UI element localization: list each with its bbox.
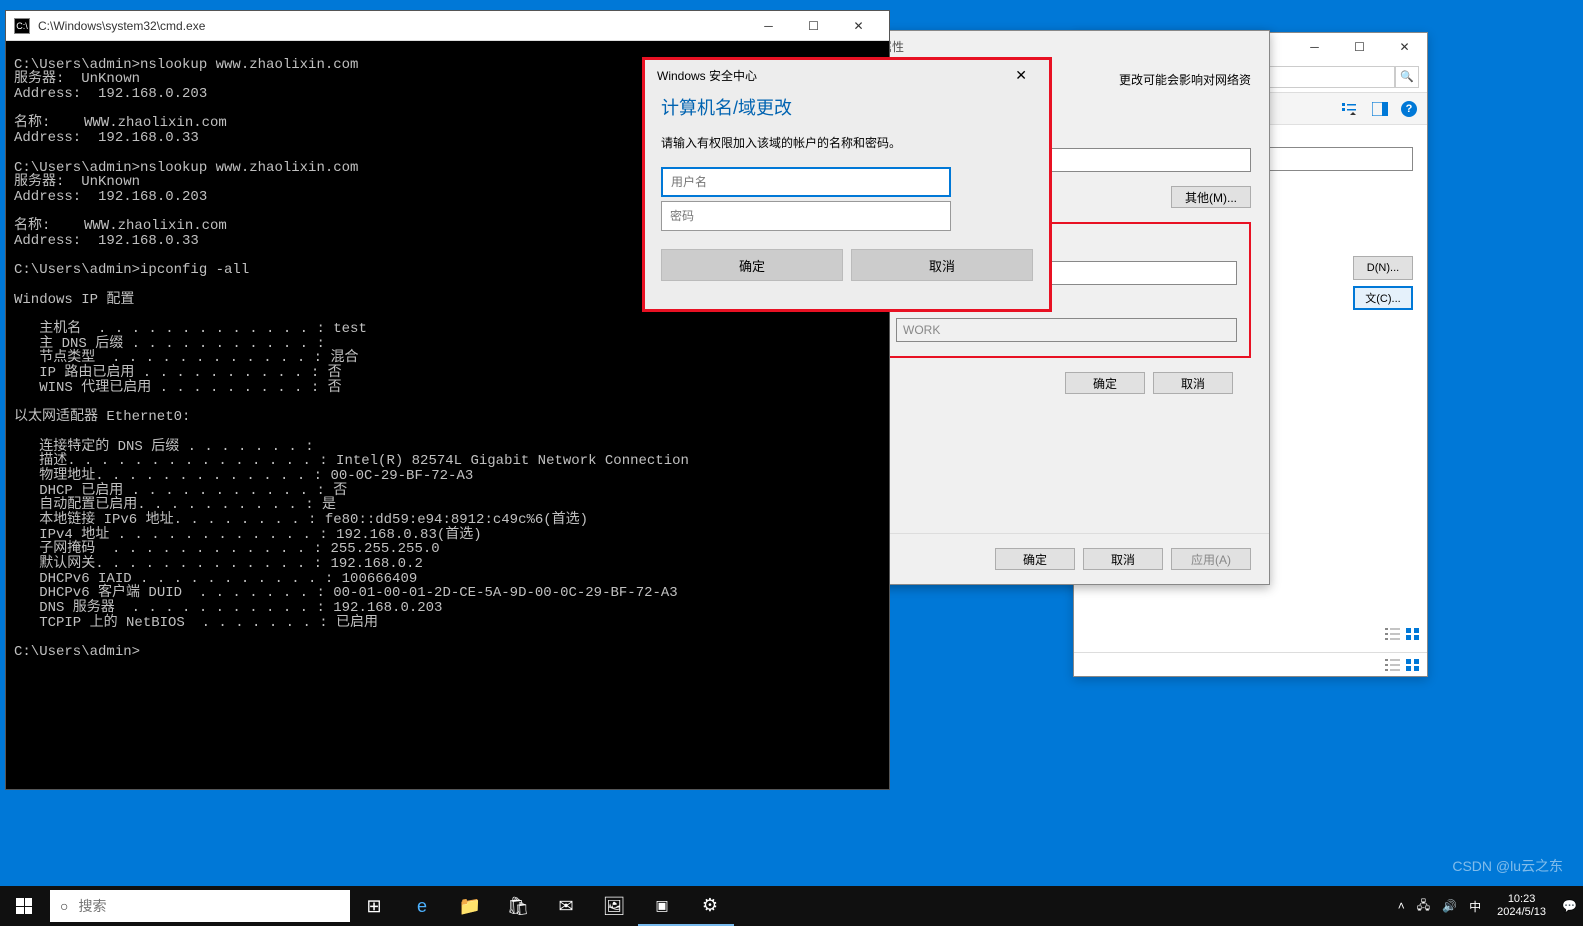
minimize-button[interactable]: ─ [746, 12, 791, 40]
security-instruction: 请输入有权限加入该域的帐户的名称和密码。 [645, 130, 1049, 163]
ok-button[interactable]: 确定 [1065, 372, 1145, 394]
view-options-icon[interactable] [1341, 100, 1359, 118]
ok-button-outer[interactable]: 确定 [995, 548, 1075, 570]
workgroup-input [896, 318, 1237, 342]
btn-dn[interactable]: D(N)... [1353, 256, 1413, 280]
mail-icon[interactable]: ✉ [542, 886, 590, 926]
icons-view-icon[interactable] [1405, 627, 1421, 641]
start-button[interactable] [0, 886, 48, 926]
details-view-icon[interactable] [1385, 658, 1401, 672]
notifications-icon[interactable]: 💬 [1556, 886, 1583, 926]
icons-view-icon[interactable] [1405, 658, 1421, 672]
windows-logo-icon [16, 898, 32, 914]
password-input[interactable] [661, 201, 951, 231]
file-explorer-icon[interactable]: 📁 [446, 886, 494, 926]
close-button[interactable]: ✕ [836, 12, 881, 40]
task-view-icon[interactable]: ⊞ [350, 886, 398, 926]
maximize-button[interactable]: ☐ [1337, 33, 1382, 61]
watermark: CSDN @lu云之东 [1452, 856, 1563, 876]
tray-expand-icon[interactable]: ˄ [1392, 886, 1411, 926]
system-tray: ˄ 🖧 🔊 中 10:23 2024/5/13 💬 [1392, 886, 1583, 926]
store-icon[interactable]: 🛍 [494, 886, 542, 926]
cancel-button[interactable]: 取消 [1153, 372, 1233, 394]
cancel-button-outer[interactable]: 取消 [1083, 548, 1163, 570]
cmd-titlebar[interactable]: C:\ C:\Windows\system32\cmd.exe ─ ☐ ✕ [6, 11, 889, 41]
cmd-task-icon[interactable]: ▣ [638, 886, 686, 926]
other-button[interactable]: 其他(M)... [1171, 186, 1251, 208]
btn-c[interactable]: 文(C)... [1353, 286, 1413, 310]
close-icon[interactable]: ✕ [1005, 63, 1037, 88]
taskbar: ○ ⊞ e 📁 🛍 ✉ 🖼 ▣ ⚙ ˄ 🖧 🔊 中 10:23 2024/5/1… [0, 886, 1583, 926]
cmd-title: C:\Windows\system32\cmd.exe [38, 19, 746, 33]
edge-icon[interactable]: e [398, 886, 446, 926]
security-dialog: Windows 安全中心 ✕ 计算机名/域更改 请输入有权限加入该域的帐户的名称… [642, 57, 1052, 312]
search-input[interactable] [78, 898, 340, 914]
search-icon: ○ [60, 898, 68, 914]
cmd-icon: C:\ [14, 18, 30, 34]
taskbar-search[interactable]: ○ [50, 890, 350, 922]
username-input[interactable] [661, 167, 951, 197]
details-view-icon[interactable] [1385, 627, 1401, 641]
close-button[interactable]: ✕ [1382, 33, 1427, 61]
preview-pane-icon[interactable] [1371, 100, 1389, 118]
photos-icon[interactable]: 🖼 [590, 886, 638, 926]
maximize-button[interactable]: ☐ [791, 12, 836, 40]
network-icon[interactable]: 🖧 [1411, 886, 1436, 926]
ime-icon[interactable]: 中 [1463, 886, 1487, 926]
apply-button: 应用(A) [1171, 548, 1251, 570]
help-icon[interactable]: ? [1401, 101, 1417, 117]
security-title: Windows 安全中心 [657, 67, 757, 84]
clock[interactable]: 10:23 2024/5/13 [1487, 893, 1556, 919]
ok-button[interactable]: 确定 [661, 249, 843, 281]
volume-icon[interactable]: 🔊 [1436, 886, 1463, 926]
settings-task-icon[interactable]: ⚙ [686, 886, 734, 926]
cancel-button[interactable]: 取消 [851, 249, 1033, 281]
minimize-button[interactable]: ─ [1292, 33, 1337, 61]
search-icon[interactable]: 🔍 [1395, 66, 1419, 88]
security-heading: 计算机名/域更改 [645, 90, 1049, 130]
explorer-statusbar [1074, 652, 1427, 676]
